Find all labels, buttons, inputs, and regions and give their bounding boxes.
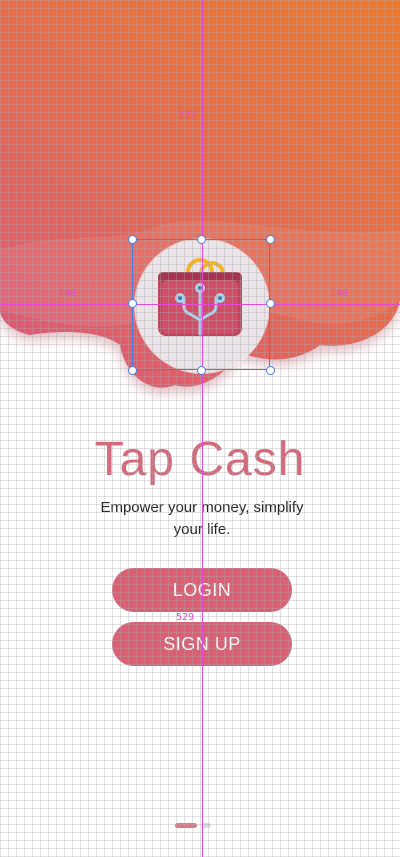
page-indicator	[175, 823, 211, 828]
measure-label-left: 148	[58, 288, 77, 299]
resize-handle-bottom-right[interactable]	[266, 366, 275, 375]
app-title: Tap Cash	[94, 433, 306, 486]
resize-handle-top[interactable]	[197, 235, 206, 244]
resize-handle-bottom[interactable]	[197, 366, 206, 375]
vertical-guide-line	[202, 0, 203, 857]
measure-label-buttons: 529	[176, 612, 195, 623]
resize-handle-top-right[interactable]	[266, 235, 275, 244]
resize-handle-top-left[interactable]	[128, 235, 137, 244]
page-dot-active[interactable]	[175, 823, 197, 828]
selection-box[interactable]	[132, 239, 270, 370]
resize-handle-bottom-left[interactable]	[128, 366, 137, 375]
resize-handle-right[interactable]	[266, 299, 275, 308]
measure-label-top: 227	[178, 110, 197, 121]
measure-label-right: 148	[330, 288, 349, 299]
resize-handle-left[interactable]	[128, 299, 137, 308]
